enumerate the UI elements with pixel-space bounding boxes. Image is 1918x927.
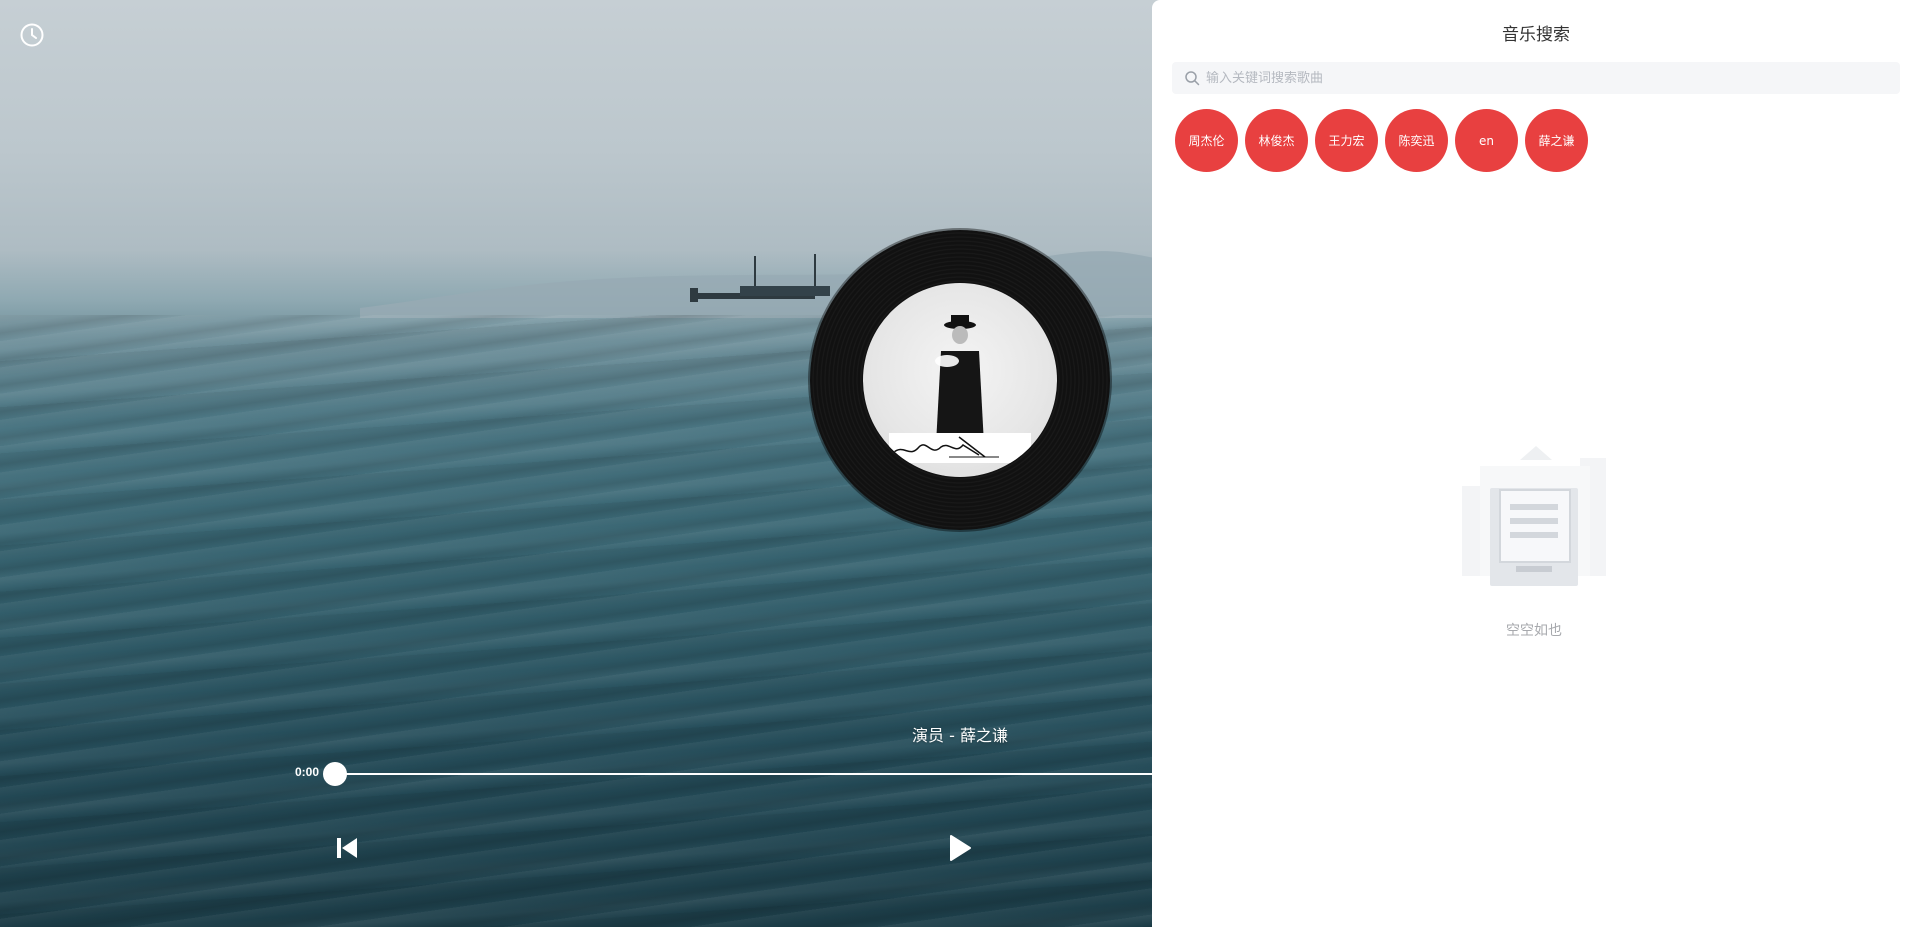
clock-icon[interactable] [19, 22, 45, 48]
tag-wang-leehom[interactable]: 王力宏 [1315, 109, 1378, 172]
progress-thumb[interactable] [323, 762, 347, 786]
search-icon [1185, 71, 1200, 86]
empty-state-text: 空空如也 [1506, 623, 1562, 639]
tag-jay-chou[interactable]: 周杰伦 [1175, 109, 1238, 172]
song-title: 演员 - 薛之谦 [912, 726, 1008, 745]
skip-previous-icon[interactable] [334, 835, 360, 861]
tag-en[interactable]: en [1455, 109, 1518, 172]
tag-joker-xue[interactable]: 薛之谦 [1525, 109, 1588, 172]
play-icon[interactable] [948, 834, 972, 862]
artist-tags: 周杰伦 林俊杰 王力宏 陈奕迅 en 薛之谦 [1175, 109, 1588, 172]
current-time: 0:00 [295, 765, 320, 779]
tag-eason-chan[interactable]: 陈奕迅 [1385, 109, 1448, 172]
album-cover [863, 283, 1057, 477]
search-input[interactable] [1206, 70, 1900, 86]
tag-jj-lin[interactable]: 林俊杰 [1245, 109, 1308, 172]
vinyl-record [810, 230, 1110, 530]
search-box[interactable] [1172, 62, 1900, 94]
album-cover-signature [889, 433, 1031, 463]
progress-track[interactable] [335, 773, 1153, 775]
empty-state-icon [1462, 446, 1606, 586]
panel-title: 音乐搜索 [1502, 25, 1570, 45]
